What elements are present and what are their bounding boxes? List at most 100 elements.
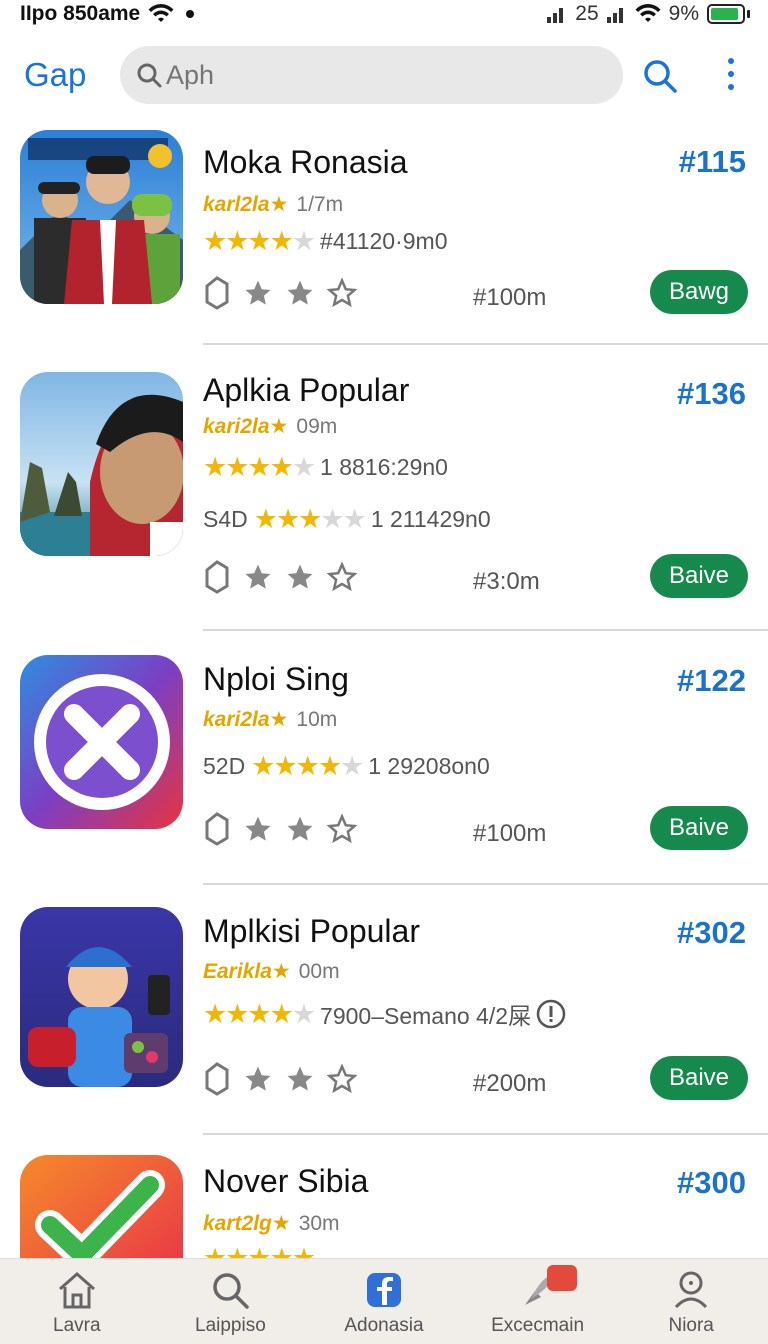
star-icon[interactable] (243, 278, 273, 308)
app-title[interactable]: Nover Sibia (203, 1163, 368, 1200)
battery-icon (707, 4, 750, 24)
app-rank: #122 (677, 663, 746, 698)
get-button[interactable]: Baive (650, 806, 748, 850)
shield-icon (205, 812, 229, 846)
search-icon (213, 1273, 250, 1309)
star-rating: ★★★★★ (203, 998, 316, 1029)
star-icon[interactable] (243, 1064, 273, 1094)
app-size: #100m (473, 284, 547, 311)
tab-niora[interactable]: Niora (614, 1259, 768, 1344)
rating-row: 52D ★★★★★ 1 29208on0 (203, 751, 490, 781)
wifi-icon (148, 4, 174, 22)
app-subtitle: kari2la★ 10m (203, 707, 338, 732)
star-icon[interactable] (285, 814, 315, 844)
star-rating: ★★★★★ (251, 751, 364, 781)
app-size: #100m (473, 820, 547, 847)
app-title[interactable]: Nploi Sing (203, 661, 349, 698)
app-list-item[interactable]: Moka Ronasia #115 karl2la★ 1/7m ★★★★★ #411… (0, 130, 768, 345)
app-thumbnail[interactable] (20, 372, 183, 556)
app-rank: #136 (677, 376, 746, 411)
status-bar: IIpo 850ame 25 9% (0, 0, 768, 28)
shield-icon (205, 276, 229, 310)
star-outline-icon[interactable] (327, 814, 357, 844)
divider (203, 343, 768, 345)
get-button[interactable]: Bawg (650, 270, 748, 314)
app-size: #200m (473, 1070, 547, 1097)
search-button-icon[interactable] (642, 58, 678, 94)
app-rank: #300 (677, 1165, 746, 1200)
app-size: #3:0m (473, 568, 540, 595)
app-subtitle: Earikla★ 00m (203, 959, 340, 984)
tab-excecmain[interactable]: Excecmain (461, 1259, 615, 1344)
app-subtitle: kart2lg★ 30m (203, 1211, 340, 1236)
search-header: Gap (0, 44, 768, 106)
app-rank: #302 (677, 915, 746, 950)
star-icon[interactable] (243, 814, 273, 844)
app-brand[interactable]: Gap (24, 56, 86, 94)
star-rating: ★★★★★ (253, 504, 367, 534)
more-options-icon[interactable] (724, 58, 738, 90)
info-icon[interactable] (535, 998, 567, 1030)
app-subtitle: karl2la★ 1/7m (203, 192, 344, 217)
home-icon (58, 1271, 95, 1309)
shield-icon (205, 560, 229, 594)
shield-icon (205, 1062, 229, 1096)
get-button[interactable]: Baive (650, 1056, 748, 1100)
star-rating: ★★★★★ (203, 452, 316, 482)
tab-laippiso[interactable]: Laippiso (154, 1259, 308, 1344)
app-meta-row: #100m Bawg (203, 270, 748, 316)
status-carrier: IIpo 850ame (20, 2, 141, 25)
get-button[interactable]: Baive (650, 554, 748, 598)
search-icon (137, 63, 162, 88)
battery-text: 9% (668, 2, 699, 25)
divider (203, 1133, 768, 1135)
notification-badge-icon (546, 1265, 577, 1291)
app-rank: #115 (678, 144, 746, 179)
bottom-tab-bar: Lavra Laippiso Adonasia Excecmain Niora (0, 1258, 768, 1344)
app-thumbnail[interactable] (20, 907, 183, 1087)
star-icon[interactable] (285, 278, 315, 308)
star-icon[interactable] (243, 562, 273, 592)
divider (203, 883, 768, 885)
app-thumbnail[interactable] (20, 130, 183, 304)
signal-text: 25 (575, 2, 599, 25)
star-icon[interactable] (285, 1064, 315, 1094)
app-meta-row: #3:0m Baive (203, 554, 748, 600)
facebook-icon (366, 1273, 401, 1307)
search-input[interactable] (166, 59, 566, 91)
search-bar[interactable] (120, 46, 623, 104)
rating-row: ★★★★★ 1 8816:29n0 (203, 452, 448, 482)
tab-label: Laippiso (195, 1315, 266, 1336)
signal-bars-icon (606, 8, 623, 23)
rating-row: S4D ★★★★★ 1 211429n0 (203, 504, 491, 534)
app-title[interactable]: Aplkia Popular (203, 372, 409, 409)
tab-label: Excecmain (491, 1315, 585, 1336)
app-meta-row: #100m Baive (203, 806, 748, 852)
star-icon[interactable] (285, 562, 315, 592)
star-outline-icon[interactable] (327, 278, 357, 308)
app-list-item[interactable]: Aplkia Popular #136 kari2la★ 09m ★★★★★ 1 8… (0, 370, 768, 632)
tab-label: Lavra (53, 1315, 101, 1336)
signal-icon (547, 8, 564, 23)
app-thumbnail[interactable] (20, 655, 183, 829)
star-outline-icon[interactable] (327, 562, 357, 592)
tab-adonasia[interactable]: Adonasia (307, 1259, 461, 1344)
app-subtitle: kari2la★ 09m (203, 414, 338, 439)
app-thumbnail[interactable] (20, 1155, 183, 1258)
wifi-icon (635, 4, 661, 22)
app-list-item[interactable]: Nover Sibia #300 kart2lg★ 30m ★★★★★ (0, 1155, 768, 1258)
app-list-item[interactable]: Mplkisi Popular #302 Earikla★ 00m ★★★★★ 79… (0, 907, 768, 1137)
tab-label: Adonasia (344, 1315, 424, 1336)
app-title[interactable]: Moka Ronasia (203, 144, 408, 181)
rating-row: ★★★★★ 7900–Semano 4/2屎 (203, 997, 567, 1031)
tab-label: Niora (668, 1315, 714, 1336)
profile-icon (675, 1271, 708, 1309)
app-list-item[interactable]: Nploi Sing #122 kari2la★ 10m 52D ★★★★★ 1 29… (0, 655, 768, 885)
star-outline-icon[interactable] (327, 1064, 357, 1094)
recording-dot-icon (186, 10, 195, 18)
tab-lavra[interactable]: Lavra (0, 1259, 154, 1344)
app-meta-row: #200m Baive (203, 1056, 748, 1102)
star-rating-partial: ★★★★★ (203, 1243, 316, 1258)
rating-row: ★★★★★ #41120·9m0 (203, 226, 448, 256)
app-title[interactable]: Mplkisi Popular (203, 913, 420, 950)
